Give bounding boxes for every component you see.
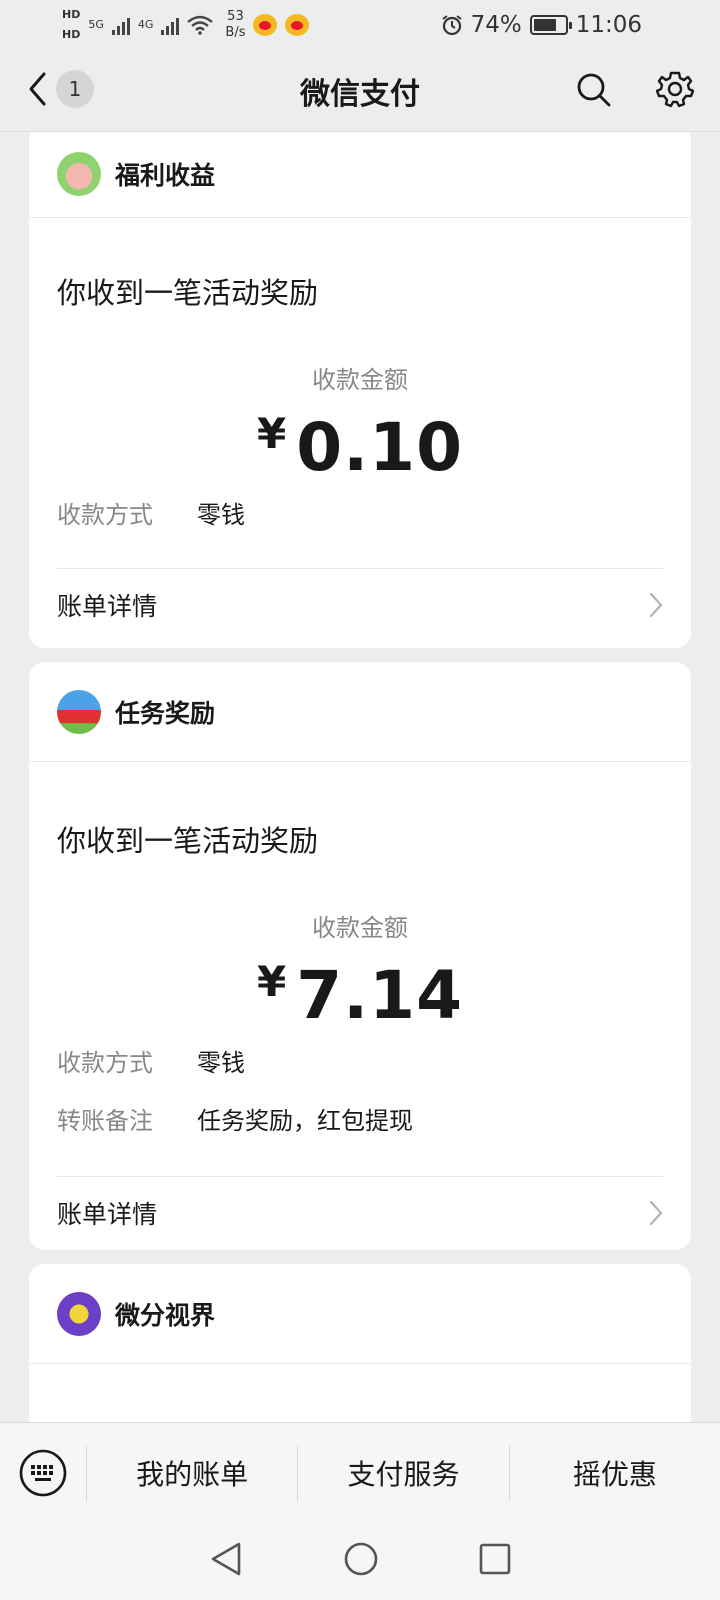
signal-icon [111,15,130,35]
card-body: 你收到一笔活动奖励 收款金额 ¥7.14 收款方式 零钱 转账备注 任务奖励，红… [29,762,691,1248]
method-value: 零钱 [197,1049,245,1077]
keyboard-icon [19,1449,67,1496]
message-title: 你收到一笔活动奖励 [57,824,319,858]
avatar [57,1291,101,1336]
system-recents-button[interactable] [479,1543,511,1579]
menu-shake-offers[interactable]: 摇优惠 [508,1444,720,1501]
status-right: 74% 11:06 [441,12,642,38]
status-bar: HD HD 5G 4G 53 B/s 74% 11:06 [0,0,720,50]
network-4g-label: 4G [137,18,154,31]
triangle-back-icon [211,1542,241,1576]
clock-time: 11:06 [575,12,642,38]
system-home-button[interactable] [343,1541,379,1581]
bottom-menu: 我的账单 支付服务 摇优惠 [0,1422,720,1522]
card-body: 你收到一笔活动奖励 收款金额 ¥0.10 收款方式 零钱 账单详情 [29,218,691,640]
speed-value: 53 [227,9,244,24]
note-label: 转账备注 [57,1107,153,1135]
hd-indicators: HD HD [62,5,80,45]
search-icon [577,73,611,107]
amount: ¥7.14 [57,957,663,1034]
bill-detail-label: 账单详情 [57,1199,158,1229]
system-back-button[interactable] [209,1541,243,1581]
currency-symbol: ¥ [256,957,287,1006]
weibo-icon [285,14,310,36]
payment-card: 微分视界 [29,1264,691,1422]
settings-button[interactable] [655,70,695,112]
method-value: 零钱 [197,501,245,529]
currency-symbol: ¥ [256,409,287,458]
chevron-left-icon [29,72,46,106]
sender-name: 福利收益 [115,160,216,190]
message-title: 你收到一笔活动奖励 [57,276,319,310]
bill-detail-link[interactable]: 账单详情 [57,568,663,640]
payment-card: 任务奖励 你收到一笔活动奖励 收款金额 ¥7.14 收款方式 零钱 转账备注 任… [29,662,691,1250]
status-left: HD HD 5G 4G 53 B/s [62,5,310,45]
method-label: 收款方式 [57,501,153,529]
search-button[interactable] [576,72,612,112]
chevron-right-icon [649,592,663,617]
wifi-icon [187,15,214,35]
speed-unit: B/s [225,25,246,40]
unread-badge: 1 [56,70,94,108]
card-header[interactable]: 微分视界 [29,1264,691,1364]
amount: ¥0.10 [57,409,663,486]
chevron-right-icon [649,1200,663,1225]
amount-label: 收款金额 [312,914,408,942]
amount-label: 收款金额 [312,366,408,394]
system-nav-bar [0,1522,720,1600]
battery-icon [529,15,572,35]
square-recents-icon [479,1543,511,1575]
avatar [57,151,101,196]
card-header[interactable]: 福利收益 [29,132,691,218]
amount-value: 0.10 [296,409,464,486]
hd-label-1: HD [62,8,81,21]
bill-detail-link[interactable]: 账单详情 [57,1176,663,1248]
gear-icon [655,71,695,108]
back-button[interactable]: 1 [26,70,94,108]
note-value: 任务奖励，红包提现 [197,1107,413,1135]
menu-payment-services[interactable]: 支付服务 [297,1444,508,1501]
bill-detail-label: 账单详情 [57,591,158,621]
note-row: 转账备注 任务奖励，红包提现 [57,1092,663,1150]
card-header[interactable]: 任务奖励 [29,662,691,762]
signal-icon [161,15,180,35]
circle-home-icon [344,1542,378,1576]
alarm-icon [441,15,462,36]
avatar [57,689,101,734]
battery-percent: 74% [470,12,522,38]
network-speed: 53 B/s [225,9,245,41]
page-title: 微信支付 [300,76,420,112]
weibo-icon [253,14,278,36]
menu-my-bills[interactable]: 我的账单 [86,1444,297,1501]
hd-label-2: HD [62,28,81,41]
method-label: 收款方式 [57,1049,153,1077]
sender-name: 微分视界 [115,1300,216,1330]
payment-card: 福利收益 你收到一笔活动奖励 收款金额 ¥0.10 收款方式 零钱 账单详情 [29,132,691,648]
message-list[interactable]: 福利收益 你收到一笔活动奖励 收款金额 ¥0.10 收款方式 零钱 账单详情 任… [0,132,720,1422]
method-row: 收款方式 零钱 [57,486,663,544]
network-5g-label: 5G [88,18,104,31]
nav-bar: 1 微信支付 [0,50,720,132]
method-row: 收款方式 零钱 [57,1034,663,1092]
sender-name: 任务奖励 [115,698,216,728]
amount-value: 7.14 [296,957,464,1034]
keyboard-toggle-button[interactable] [0,1423,86,1523]
